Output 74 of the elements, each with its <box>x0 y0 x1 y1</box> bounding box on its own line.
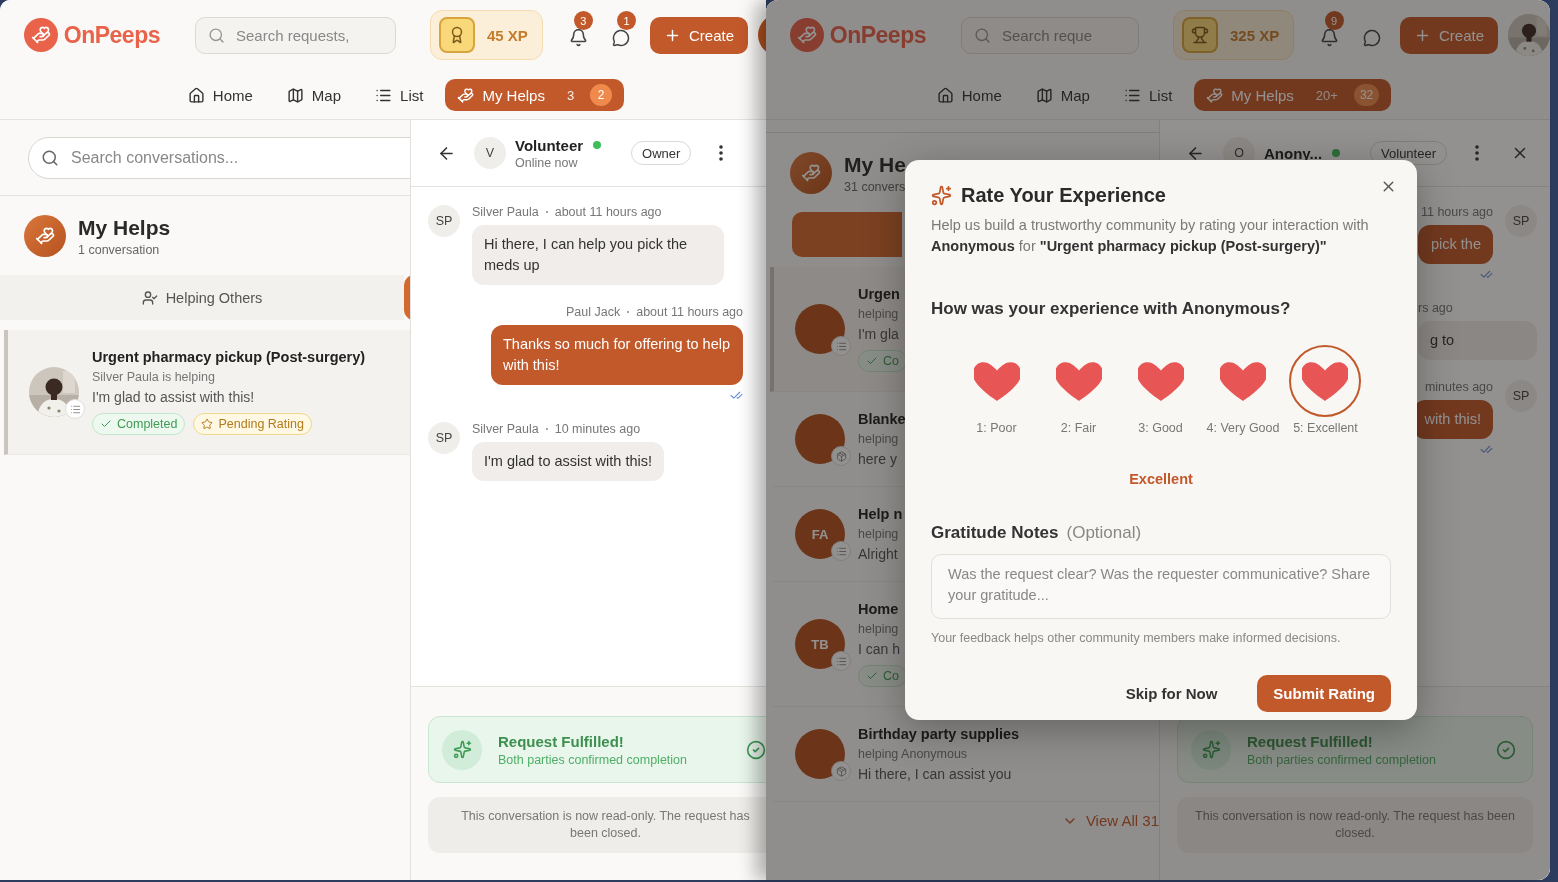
helper-line: Silver Paula is helping <box>92 370 216 384</box>
notification-count: 3 <box>573 11 593 30</box>
avatar: SP <box>428 205 460 237</box>
message-bubble: pick the <box>1418 225 1493 264</box>
message-time: about 11 hours ago <box>554 205 662 219</box>
message-author: Silver Paula <box>472 422 539 437</box>
count-badge: 2 <box>590 84 613 106</box>
message-bubble: Thanks so much for offering to help with this! <box>491 325 743 386</box>
conversation-title: Birthday party supplies <box>858 726 1020 742</box>
conversation-title: Help n <box>858 506 903 522</box>
message-time: minutes ago <box>1424 380 1493 395</box>
message-time: about 11 hours ago <box>636 305 743 320</box>
message-preview: Hi there, I can assist you <box>858 766 1013 782</box>
fulfilled-title: Request Fulfilled! <box>498 732 625 750</box>
avatar: V <box>474 137 506 169</box>
message-author: Silver Paula <box>472 205 539 219</box>
notification-count: 9 <box>1324 11 1344 30</box>
dialog-description: Help us build a trustworthy community by rating your interaction with Anonymous for "Urgent pharmacy pickup (Post-surgery)" <box>931 216 1370 256</box>
nav-count: 20+ <box>1315 87 1338 103</box>
avatar: SP <box>1505 205 1537 237</box>
avatar: SP <box>428 422 460 455</box>
message-count: 1 <box>616 11 636 30</box>
avatar: FA <box>795 509 845 559</box>
dialog-title: Rate Your Experience <box>961 184 1166 207</box>
fulfilled-subtitle: Both parties confirmed completion <box>1247 752 1437 767</box>
status-label: Co <box>883 669 899 683</box>
xp-points: 45 XP <box>487 26 528 44</box>
message-time: 11 hours ago <box>1420 205 1493 219</box>
conversation-title: Urgen <box>858 286 901 302</box>
conversation-title: Home <box>858 601 900 617</box>
nav-count: 3 <box>566 87 575 103</box>
rating-result: Excellent <box>1128 471 1194 488</box>
message-preview: here y <box>858 451 898 467</box>
online-status: Online now <box>515 155 579 170</box>
message-time: 10 minutes ago <box>554 422 641 437</box>
status-label: Co <box>883 354 899 368</box>
helper-line: helping <box>858 307 900 321</box>
optional-hint: (Optional) <box>1066 523 1142 544</box>
message-preview: I'm glad to assist with this! <box>92 389 256 405</box>
contact-name: Volunteer <box>515 136 584 154</box>
message-preview: I can h <box>858 641 902 657</box>
fulfilled-subtitle: Both parties confirmed completion <box>498 752 688 767</box>
xp-points: 325 XP <box>1230 26 1280 44</box>
message-author: Paul Jack <box>566 305 621 320</box>
read-only-note: This conversation is now read-only. The request has been closed. <box>428 797 766 853</box>
read-only-note: This conversation is now read-only. The request has been closed. <box>1177 797 1533 853</box>
contact-name: Anony... <box>1264 144 1323 162</box>
message-bubble: Hi there, I can help you pick the meds up <box>472 225 724 286</box>
status-label: Pending Rating <box>218 417 304 431</box>
helper-line: helping Anonymous <box>858 747 969 761</box>
count-badge: 32 <box>1353 84 1380 106</box>
logo-text: OnPeeps <box>829 21 926 49</box>
message-preview: Alright <box>858 546 899 562</box>
conversation-count: 1 conversation <box>78 242 161 257</box>
fulfilled-title: Request Fulfilled! <box>1247 732 1374 750</box>
avatar: SP <box>1505 380 1537 413</box>
section-title: My Helps <box>78 215 171 240</box>
conversation-title: Urgent pharmacy pickup (Post-surgery) <box>92 349 366 365</box>
message-bubble: g to <box>1418 321 1537 361</box>
rating-question: How was your experience with Anonymous? <box>931 299 1292 320</box>
message-bubble: I'm glad to assist with this! <box>472 442 664 482</box>
field-label: Gratitude Notes <box>931 523 1059 544</box>
helper-line: helping <box>858 432 900 446</box>
logo-text: OnPeeps <box>63 21 160 49</box>
conversation-title: Blanke <box>858 411 906 427</box>
avatar: TB <box>795 619 845 669</box>
message-time: rs ago <box>1418 301 1453 315</box>
helper-line: helping <box>858 622 900 636</box>
status-label: Completed <box>117 417 178 431</box>
helper-line: helping <box>858 527 900 541</box>
conversation-count: 31 convers <box>844 179 906 194</box>
help-text: Your feedback helps other community members make informed decisions. <box>931 631 1342 646</box>
section-title: My He <box>844 152 906 177</box>
message-preview: I'm gla <box>858 326 900 342</box>
